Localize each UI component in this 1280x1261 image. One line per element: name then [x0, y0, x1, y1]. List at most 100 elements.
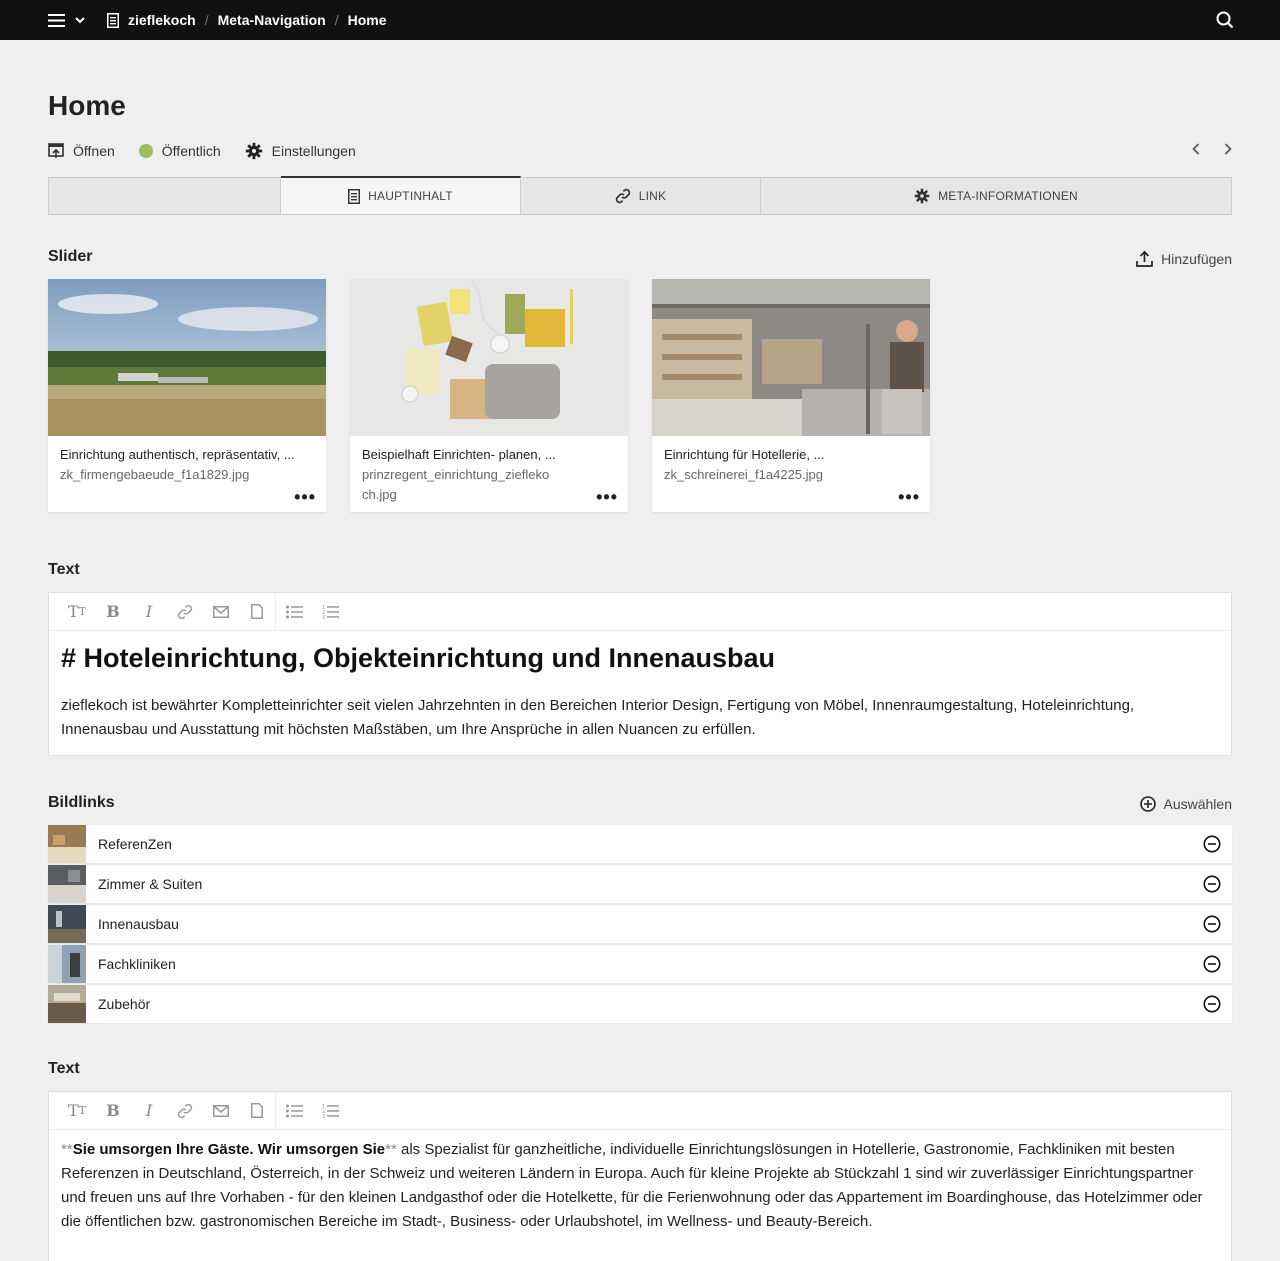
breadcrumb-item[interactable]: zieflekoch	[128, 12, 196, 28]
minus-circle-icon	[1203, 915, 1221, 933]
bold-icon[interactable]: B	[95, 1092, 131, 1130]
previous-page-button[interactable]	[1192, 143, 1200, 155]
list-item[interactable]: Fachkliniken	[48, 945, 1232, 983]
upload-icon	[1136, 250, 1154, 267]
slide-title: Beispielhaft Einrichten- planen, ...	[362, 447, 556, 462]
add-slide-label: Hinzufügen	[1161, 250, 1232, 267]
breadcrumb-item-current[interactable]: Home	[348, 12, 387, 28]
bildlink-thumbnail-image	[48, 825, 86, 863]
remove-item-button[interactable]	[1203, 995, 1221, 1013]
text-size-icon[interactable]: TT	[59, 1092, 95, 1130]
main-menu-toggle[interactable]	[48, 13, 85, 27]
bildlink-thumbnail-image	[48, 905, 86, 943]
list-item-label: Zimmer & Suiten	[98, 876, 203, 892]
bold-icon[interactable]: B	[95, 593, 131, 631]
slide-card[interactable]: Einrichtung für Hotellerie, ... zk_schre…	[652, 279, 930, 512]
breadcrumb-separator: /	[334, 12, 339, 28]
editor-content[interactable]: # Hoteleinrichtung, Objekteinrichtung un…	[49, 631, 1231, 752]
bildlinks-section-label: Bildlinks	[48, 794, 115, 811]
rich-text-editor[interactable]: TT B I 123 **Sie umsorgen Ihre Gäste. Wi…	[48, 1091, 1232, 1261]
slider-cards: Einrichtung authentisch, repräsentativ, …	[48, 279, 930, 512]
list-item-label: Fachkliniken	[98, 956, 176, 972]
editor-content[interactable]: **Sie umsorgen Ihre Gäste. Wir umsorgen …	[49, 1130, 1231, 1244]
slide-title: Einrichtung für Hotellerie, ...	[664, 447, 825, 462]
minus-circle-icon	[1203, 875, 1221, 893]
list-item[interactable]: Zimmer & Suiten	[48, 865, 1232, 903]
minus-circle-icon	[1203, 955, 1221, 973]
content-tabs: HAUPTINHALT LINK META-INFORMATIONEN	[48, 176, 1232, 215]
bullet-list-icon[interactable]	[276, 1092, 312, 1130]
bildlink-thumbnail-image	[48, 945, 86, 983]
slide-thumbnail-image	[350, 279, 628, 436]
top-bar: zieflekoch / Meta-Navigation / Home	[0, 0, 1280, 40]
bildlink-thumbnail-image	[48, 985, 86, 1023]
page-title: Home	[48, 90, 126, 121]
status-label: Öffentlich	[161, 143, 221, 159]
remove-item-button[interactable]	[1203, 835, 1221, 853]
bildlink-thumbnail-image	[48, 865, 86, 903]
tab-hauptinhalt[interactable]: HAUPTINHALT	[281, 176, 521, 214]
slide-thumbnail-image	[48, 279, 326, 436]
minus-circle-icon	[1203, 995, 1221, 1013]
list-item-label: ReferenZen	[98, 836, 172, 852]
list-item[interactable]: Zubehör	[48, 985, 1232, 1023]
slide-filename: prinzregent_einrichtung_zieflekoch.jpg	[362, 467, 550, 502]
select-bildlinks-button[interactable]: Auswählen	[1139, 796, 1233, 812]
gear-icon	[914, 188, 930, 204]
next-page-button[interactable]	[1224, 143, 1232, 155]
rich-text-editor[interactable]: TT B I 123 # Hoteleinrichtung, Objektein…	[48, 592, 1232, 756]
breadcrumb-item[interactable]: Meta-Navigation	[218, 12, 326, 28]
markdown-marker: **	[385, 1141, 397, 1158]
file-icon[interactable]	[239, 1092, 275, 1130]
markdown-marker: **	[61, 1141, 73, 1158]
hamburger-icon	[48, 13, 65, 27]
settings-button[interactable]: Einstellungen	[245, 142, 356, 160]
email-icon[interactable]	[203, 593, 239, 631]
link-icon[interactable]	[167, 1092, 203, 1130]
remove-item-button[interactable]	[1203, 955, 1221, 973]
slide-title: Einrichtung authentisch, repräsentativ, …	[60, 447, 295, 462]
remove-item-button[interactable]	[1203, 875, 1221, 893]
open-preview-icon	[48, 143, 64, 158]
slide-filename: zk_schreinerei_f1a4225.jpg	[664, 467, 823, 482]
plus-circle-icon	[1139, 796, 1156, 812]
tab-label: META-INFORMATIONEN	[938, 189, 1078, 203]
breadcrumb-separator: /	[204, 12, 209, 28]
italic-icon[interactable]: I	[131, 1092, 167, 1130]
page-actions: Öffnen Öffentlich Einstellungen	[48, 142, 380, 160]
email-icon[interactable]	[203, 1092, 239, 1130]
chevron-right-icon	[1224, 143, 1232, 155]
tab-empty	[49, 178, 281, 214]
minus-circle-icon	[1203, 835, 1221, 853]
slider-section-label: Slider	[48, 248, 93, 265]
editor-heading: # Hoteleinrichtung, Objekteinrichtung un…	[61, 643, 776, 673]
slide-filename: zk_firmengebaeude_f1a1829.jpg	[60, 467, 250, 482]
text-section-label: Text	[48, 1060, 80, 1077]
more-options-button[interactable]: •••	[596, 488, 618, 506]
slide-card[interactable]: Einrichtung authentisch, repräsentativ, …	[48, 279, 326, 512]
list-item[interactable]: ReferenZen	[48, 825, 1232, 863]
text-section-label: Text	[48, 561, 80, 578]
search-button[interactable]	[1216, 11, 1234, 34]
remove-item-button[interactable]	[1203, 915, 1221, 933]
slide-card[interactable]: Beispielhaft Einrichten- planen, ... pri…	[350, 279, 628, 512]
italic-icon[interactable]: I	[131, 593, 167, 631]
link-icon[interactable]	[167, 593, 203, 631]
text-size-icon[interactable]: TT	[59, 593, 95, 631]
select-label: Auswählen	[1163, 796, 1233, 812]
numbered-list-icon[interactable]: 123	[312, 1092, 348, 1130]
list-item[interactable]: Innenausbau	[48, 905, 1232, 943]
list-item-label: Zubehör	[98, 996, 151, 1012]
more-options-button[interactable]: •••	[294, 488, 316, 506]
bullet-list-icon[interactable]	[276, 593, 312, 631]
open-label: Öffnen	[73, 143, 115, 159]
tab-meta-informationen[interactable]: META-INFORMATIONEN	[761, 178, 1231, 214]
more-options-button[interactable]: •••	[898, 488, 920, 506]
numbered-list-icon[interactable]: 123	[312, 593, 348, 631]
gear-icon	[245, 142, 262, 160]
add-slide-button[interactable]: Hinzufügen	[1136, 250, 1232, 267]
file-icon[interactable]	[239, 593, 275, 631]
tab-link[interactable]: LINK	[521, 178, 761, 214]
open-button[interactable]: Öffnen	[48, 143, 115, 159]
status-toggle[interactable]: Öffentlich	[138, 143, 221, 159]
